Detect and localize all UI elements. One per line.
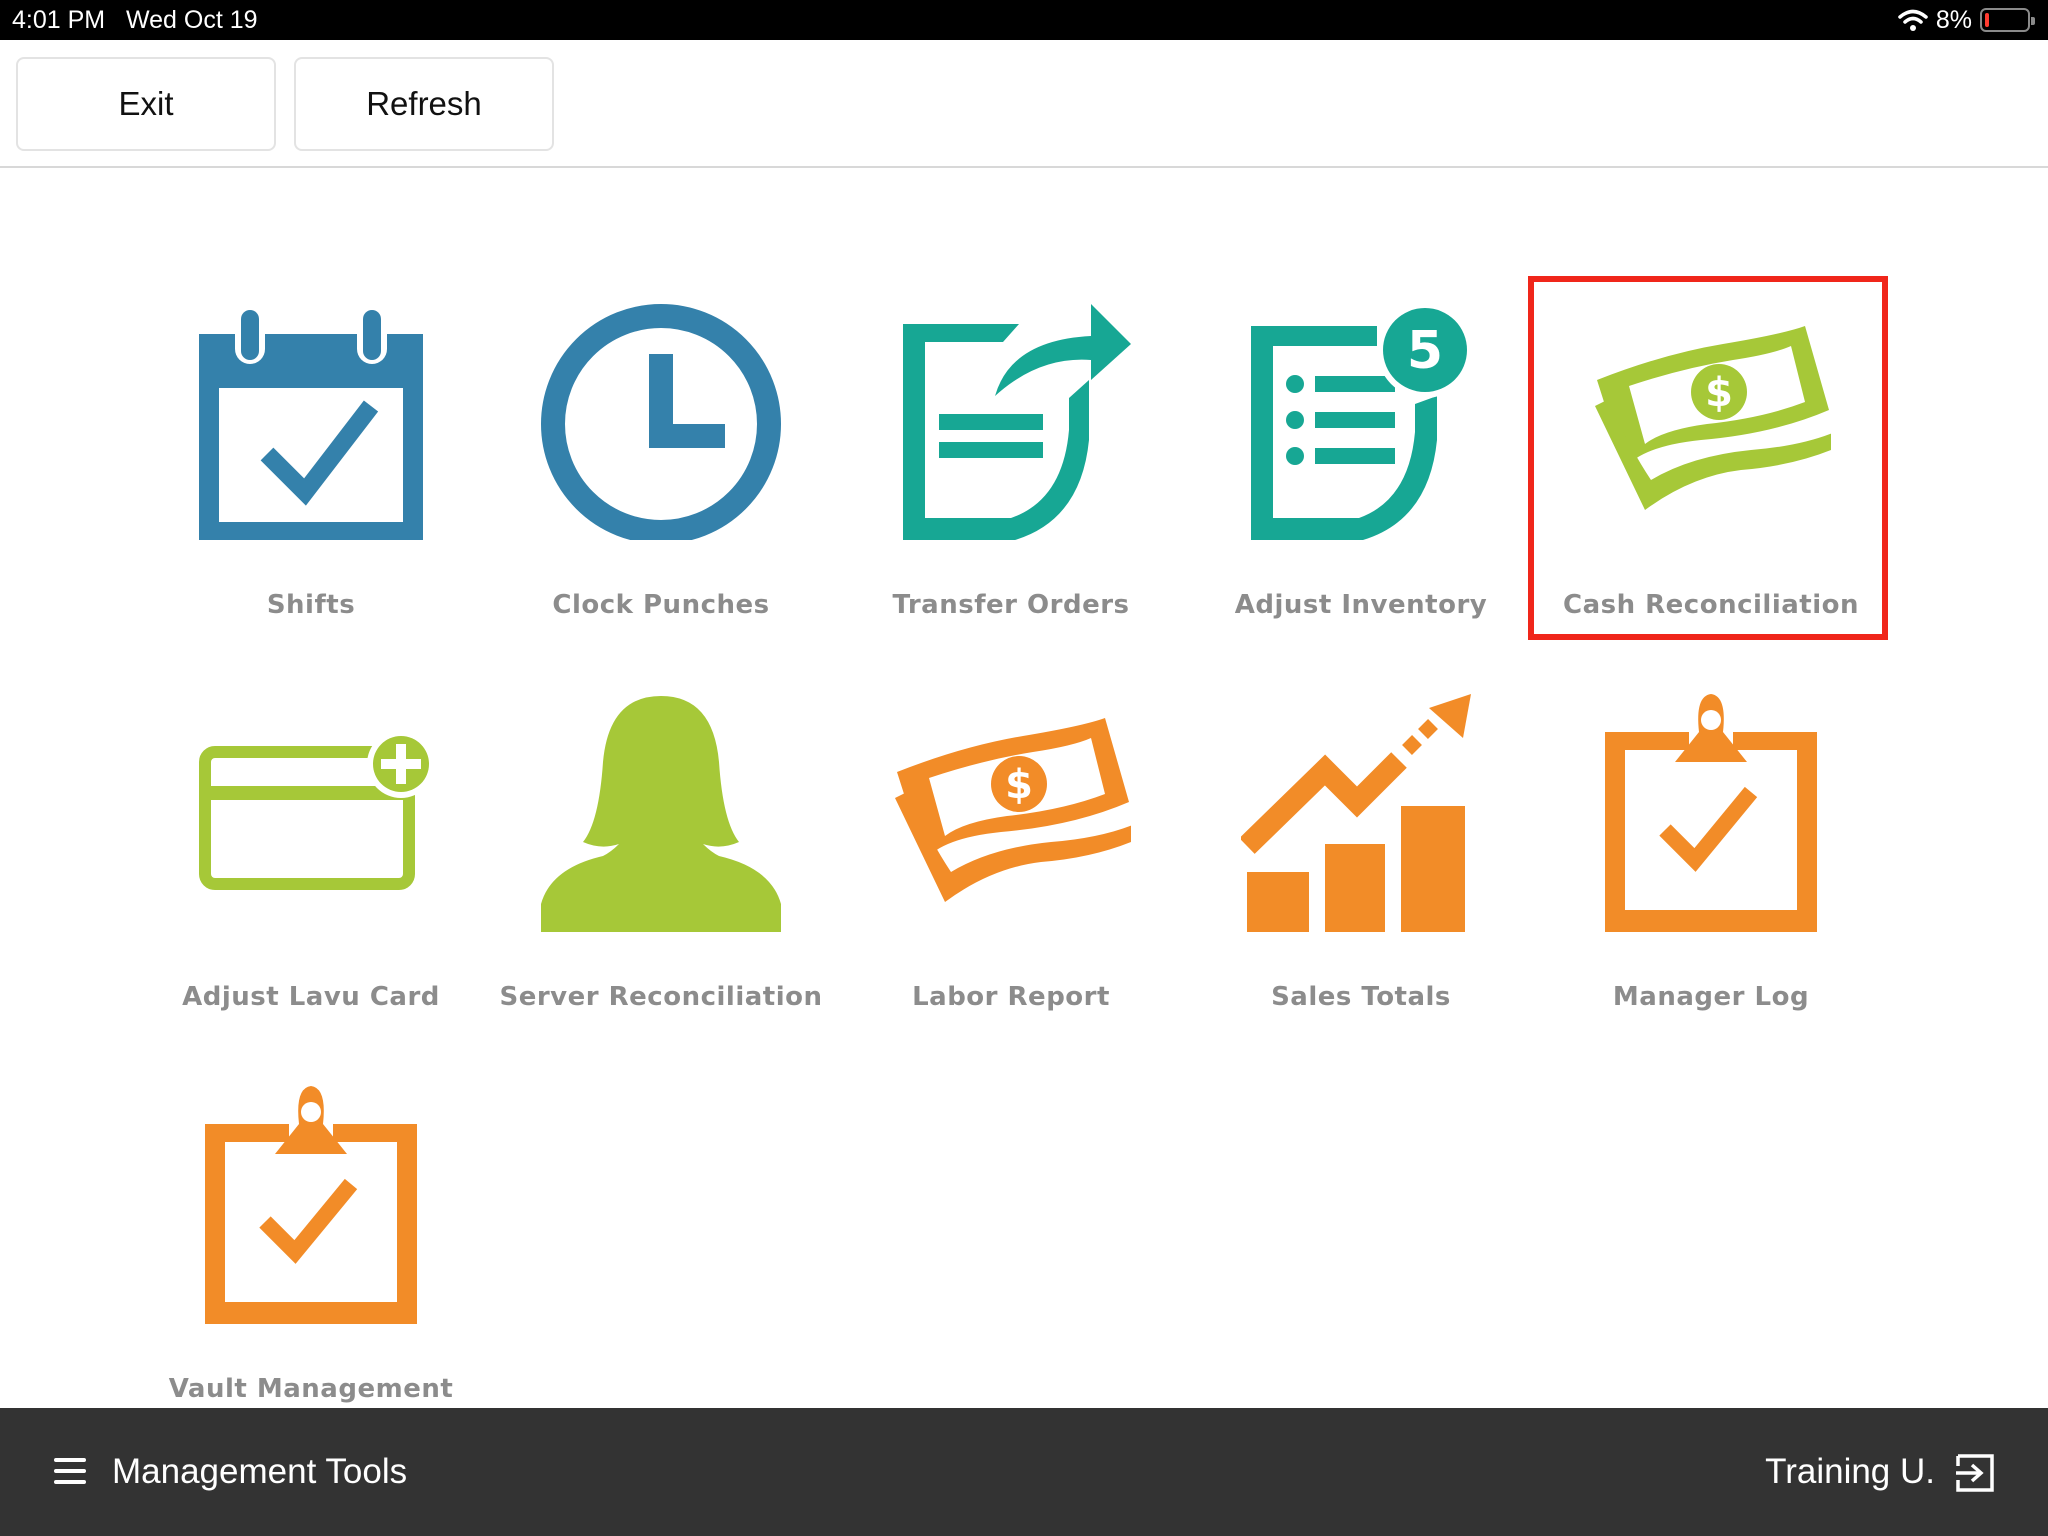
tool-label: Sales Totals [1271, 982, 1451, 1012]
tool-label: Manager Log [1612, 982, 1810, 1012]
tool-label: Shifts [266, 590, 356, 620]
toolbar: Exit Refresh [0, 40, 2048, 168]
calendar-check-icon [199, 306, 423, 540]
tool-label: Adjust Inventory [1234, 590, 1488, 620]
status-date: Wed Oct 19 [126, 6, 258, 34]
document-transfer-icon [903, 304, 1131, 540]
user-name: Training U. [1765, 1452, 1935, 1491]
inventory-badge: 5 [1407, 321, 1443, 381]
exit-button[interactable]: Exit [16, 57, 276, 151]
tool-clock-punches[interactable]: Clock Punches [486, 300, 836, 660]
inventory-list-icon: 5 [1251, 302, 1473, 540]
cash-icon: $ [1595, 326, 1831, 510]
status-bar: 4:01 PM Wed Oct 19 8% [0, 0, 2048, 40]
tool-label: Server Reconciliation [499, 982, 823, 1012]
refresh-button[interactable]: Refresh [294, 57, 554, 151]
tool-label: Transfer Orders [892, 590, 1130, 620]
tool-shifts[interactable]: Shifts [136, 300, 486, 660]
bottom-bar: Management Tools Training U. [0, 1408, 2048, 1536]
battery-icon [1980, 8, 2035, 32]
tool-label: Labor Report [912, 982, 1110, 1012]
cash-icon: $ [895, 718, 1131, 902]
clock-icon [541, 304, 781, 540]
tool-transfer-orders[interactable]: Transfer Orders [836, 300, 1186, 660]
tool-label: Adjust Lavu Card [182, 982, 440, 1012]
tool-cash-reconciliation[interactable]: $ Cash Reconciliation [1528, 276, 1888, 660]
hamburger-menu-icon[interactable] [50, 1452, 90, 1492]
wifi-icon [1898, 9, 1928, 31]
clipboard-check-icon [1605, 694, 1817, 932]
tool-labor-report[interactable]: $ Labor Report [836, 692, 1186, 1052]
clipboard-check-icon [205, 1086, 417, 1324]
status-time: 4:01 PM [12, 6, 106, 34]
tool-label: Vault Management [168, 1374, 454, 1404]
tool-label: Cash Reconciliation [1562, 590, 1859, 620]
logout-icon[interactable] [1954, 1452, 1996, 1494]
status-right: 8% [1898, 5, 2035, 34]
tool-sales-totals[interactable]: Sales Totals [1186, 692, 1536, 1052]
tool-server-reconciliation[interactable]: Server Reconciliation [486, 692, 836, 1052]
svg-text:$: $ [1005, 762, 1033, 808]
growth-chart-icon [1241, 694, 1471, 932]
tool-manager-log[interactable]: Manager Log [1536, 692, 1886, 1052]
tool-adjust-inventory[interactable]: 5 Adjust Inventory [1186, 300, 1536, 660]
svg-text:$: $ [1705, 370, 1733, 416]
battery-percent: 8% [1935, 5, 1972, 34]
person-icon [541, 696, 781, 932]
section-title: Management Tools [112, 1452, 408, 1491]
tool-adjust-lavu-card[interactable]: Adjust Lavu Card [136, 692, 486, 1052]
tool-vault-management[interactable]: Vault Management [136, 1084, 486, 1444]
tool-label: Clock Punches [552, 590, 770, 620]
card-add-icon [199, 730, 431, 890]
